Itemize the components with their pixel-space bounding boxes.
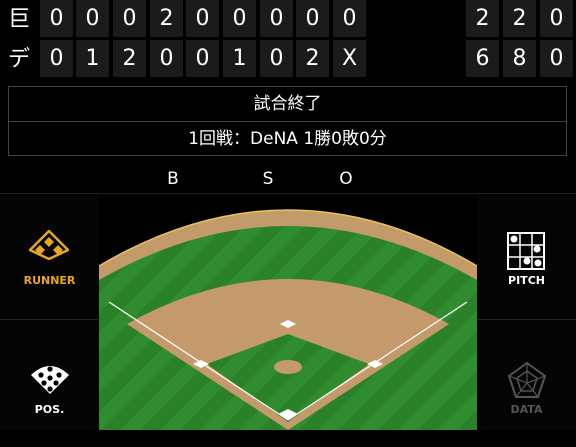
- ball-count-label: B: [167, 169, 179, 189]
- away-inning-4: 2: [150, 0, 183, 37]
- position-icon: [31, 366, 69, 394]
- home-inning-1: 0: [40, 40, 73, 77]
- runner-button[interactable]: RUNNER: [0, 194, 99, 320]
- scoreboard: 巨 0 0 0 2 0 0 0 0 0 2 2 0 デ 0 1 2 0 0 1 …: [0, 0, 576, 80]
- game-status-box: 試合終了 1回戦：DeNA 1勝0敗0分: [8, 86, 567, 156]
- away-inning-6: 0: [223, 0, 256, 37]
- baseball-field: [99, 194, 477, 430]
- game-state-text: 試合終了: [253, 94, 322, 114]
- away-team-name: 巨: [7, 7, 30, 32]
- home-runs: 6: [466, 40, 499, 77]
- series-record-text: 1回戦：DeNA 1勝0敗0分: [9, 121, 566, 156]
- left-panel: RUNNER POS.: [0, 194, 99, 430]
- home-inning-3: 2: [113, 40, 146, 77]
- away-errors: 0: [540, 0, 573, 37]
- away-inning-5: 0: [186, 0, 219, 37]
- pitch-label: PITCH: [508, 274, 545, 287]
- home-inning-2: 1: [76, 40, 109, 77]
- pitch-grid-icon: [507, 232, 545, 270]
- strike-count-label: S: [262, 169, 274, 189]
- right-panel: PITCH DATA: [477, 194, 576, 430]
- home-inning-5: 0: [186, 40, 219, 77]
- position-button[interactable]: POS.: [0, 321, 99, 447]
- away-inning-8: 0: [296, 0, 329, 37]
- home-hits: 8: [503, 40, 536, 77]
- data-button[interactable]: DATA: [477, 321, 576, 447]
- out-count-label: O: [339, 169, 353, 189]
- away-inning-3: 0: [113, 0, 146, 37]
- away-runs: 2: [466, 0, 499, 37]
- away-inning-7: 0: [260, 0, 293, 37]
- pitch-button[interactable]: PITCH: [477, 194, 576, 320]
- away-inning-1: 0: [40, 0, 73, 37]
- runner-label: RUNNER: [23, 274, 76, 287]
- away-inning-2: 0: [76, 0, 109, 37]
- home-inning-4: 0: [150, 40, 183, 77]
- home-inning-7: 0: [260, 40, 293, 77]
- radar-chart-icon: [507, 361, 547, 398]
- pitchers-mound: [274, 360, 302, 374]
- home-inning-6: 1: [223, 40, 256, 77]
- away-inning-9: 0: [333, 0, 366, 37]
- away-team-row: 巨 0 0 0 2 0 0 0 0 0 2 2 0: [0, 0, 576, 40]
- home-team-row: デ 0 1 2 0 0 1 0 2 X 6 8 0: [0, 40, 576, 80]
- home-team-name: デ: [7, 47, 30, 72]
- away-hits: 2: [503, 0, 536, 37]
- runner-icon: [29, 230, 69, 260]
- data-label: DATA: [510, 403, 543, 416]
- position-label: POS.: [34, 403, 65, 416]
- home-errors: 0: [540, 40, 573, 77]
- home-inning-8: 2: [296, 40, 329, 77]
- home-inning-9: X: [333, 40, 366, 77]
